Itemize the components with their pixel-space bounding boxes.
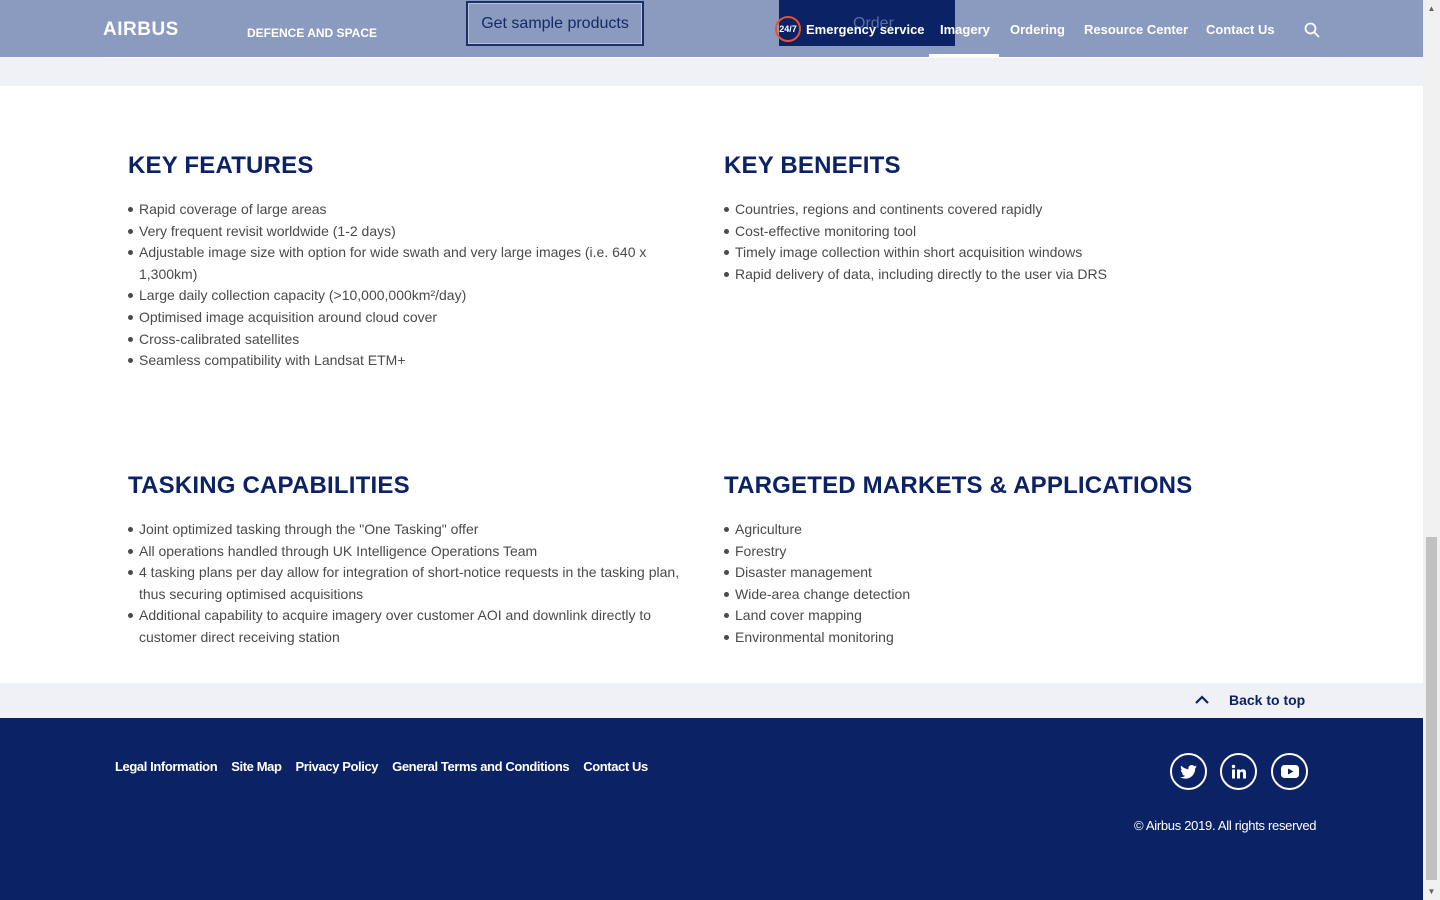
list-item: Wide-area change detection [724, 584, 1324, 606]
targeted-markets-title: TARGETED MARKETS & APPLICATIONS [724, 472, 1193, 499]
twitter-icon[interactable] [1170, 753, 1207, 790]
list-item: All operations handled through UK Intell… [128, 541, 688, 563]
list-item: Land cover mapping [724, 605, 1324, 627]
back-to-top-label: Back to top [1229, 692, 1306, 708]
list-item: Rapid coverage of large areas [128, 199, 688, 221]
footer-link-sitemap[interactable]: Site Map [231, 759, 282, 774]
key-benefits-section: KEY BENEFITS Countries, regions and cont… [724, 152, 1284, 285]
emergency-service-link[interactable]: 24/7 Emergency service [775, 16, 925, 42]
header-subband [0, 57, 1423, 86]
list-item: Countries, regions and continents covere… [724, 199, 1284, 221]
airbus-logo[interactable]: AIRBUS [103, 19, 179, 41]
nav-resource-center[interactable]: Resource Center [1084, 22, 1188, 37]
footer-link-contact[interactable]: Contact Us [583, 759, 648, 774]
list-item: Disaster management [724, 562, 1324, 584]
list-item: Agriculture [724, 519, 1324, 541]
list-item: 4 tasking plans per day allow for integr… [128, 562, 688, 605]
list-item: Cross-calibrated satellites [128, 329, 688, 351]
footer-link-privacy[interactable]: Privacy Policy [296, 759, 379, 774]
list-item: Cost-effective monitoring tool [724, 221, 1284, 243]
footer-link-legal[interactable]: Legal Information [115, 759, 218, 774]
list-item: Optimised image acquisition around cloud… [128, 307, 688, 329]
nav-imagery[interactable]: Imagery [940, 22, 990, 37]
key-features-title: KEY FEATURES [128, 152, 314, 179]
scroll-up-arrow-icon[interactable]: ▲ [1423, 0, 1440, 17]
list-item: Environmental monitoring [724, 627, 1324, 649]
back-to-top-link[interactable]: Back to top [1193, 691, 1305, 709]
list-item: Very frequent revisit worldwide (1-2 day… [128, 221, 688, 243]
search-icon[interactable] [1304, 22, 1320, 38]
nav-contact-us[interactable]: Contact Us [1206, 22, 1275, 37]
list-item: Forestry [724, 541, 1324, 563]
tasking-capabilities-title: TASKING CAPABILITIES [128, 472, 410, 499]
list-item: Additional capability to acquire imagery… [128, 605, 688, 648]
site-footer [0, 718, 1423, 900]
clock-24-7-icon: 24/7 [775, 16, 801, 42]
key-benefits-title: KEY BENEFITS [724, 152, 901, 179]
targeted-markets-section: TARGETED MARKETS & APPLICATIONS Agricult… [724, 472, 1324, 649]
list-item: Adjustable image size with option for wi… [128, 242, 688, 285]
get-sample-products-button[interactable]: Get sample products [466, 1, 644, 46]
copyright-text: © Airbus 2019. All rights reserved [1134, 818, 1317, 833]
youtube-icon[interactable] [1271, 753, 1308, 790]
emergency-service-label: Emergency service [806, 21, 925, 37]
footer-links: Legal Information Site Map Privacy Polic… [115, 759, 648, 774]
tasking-capabilities-section: TASKING CAPABILITIES Joint optimized tas… [128, 472, 688, 649]
list-item: Rapid delivery of data, including direct… [724, 264, 1284, 286]
footer-link-terms[interactable]: General Terms and Conditions [392, 759, 569, 774]
active-nav-indicator [929, 54, 999, 57]
header-divider [103, 57, 1319, 58]
nav-ordering[interactable]: Ordering [1010, 22, 1065, 37]
division-label[interactable]: DEFENCE AND SPACE [247, 26, 377, 40]
chevron-up-icon [1195, 695, 1209, 704]
scroll-down-arrow-icon[interactable]: ▼ [1423, 883, 1440, 900]
list-item: Timely image collection within short acq… [724, 242, 1284, 264]
key-features-section: KEY FEATURES Rapid coverage of large are… [128, 152, 688, 372]
list-item: Seamless compatibility with Landsat ETM+ [128, 350, 688, 372]
list-item: Large daily collection capacity (>10,000… [128, 285, 688, 307]
scrollbar-thumb[interactable] [1426, 537, 1437, 880]
linkedin-icon[interactable] [1220, 753, 1257, 790]
list-item: Joint optimized tasking through the "One… [128, 519, 688, 541]
